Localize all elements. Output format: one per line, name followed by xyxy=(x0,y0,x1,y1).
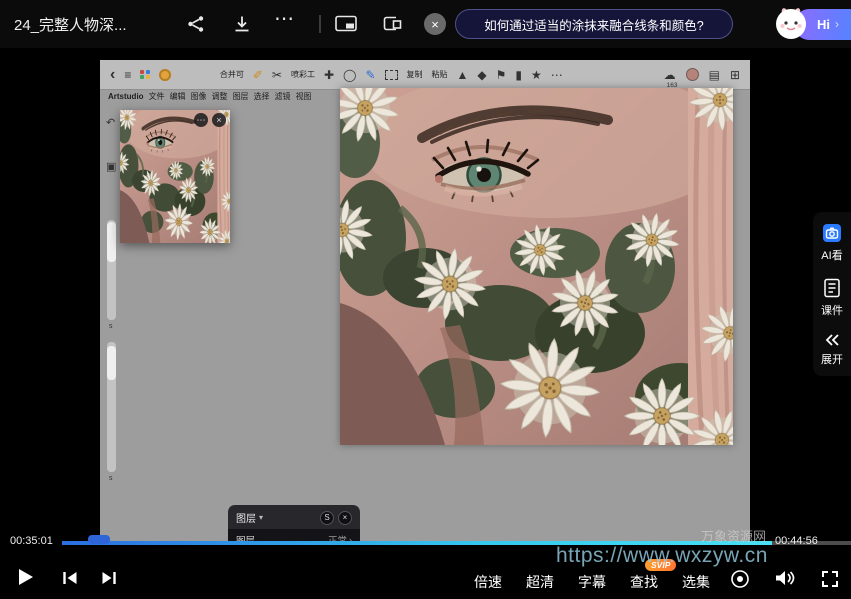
slider-handle[interactable] xyxy=(107,346,116,380)
navigator-thumbnail[interactable]: ⋯ × xyxy=(120,110,230,243)
triangle-icon[interactable]: ▲ xyxy=(457,69,469,81)
ai-camera-icon xyxy=(822,223,842,243)
thumbnail-image xyxy=(120,110,230,243)
courseware-button[interactable]: 课件 xyxy=(821,278,843,318)
menu-artstudio[interactable]: Artstudio xyxy=(108,92,144,101)
artstudio-window: ‹ ≡ 合并可 ✐ ✂ 喷彩工 ✚ ◯ ✎ 复制 粘贴 ▲ ◆ ⚑ ▮ ★ ⋯ xyxy=(100,60,750,542)
progress-bar[interactable] xyxy=(62,541,851,545)
find-button[interactable]: 查找 xyxy=(630,572,658,592)
merge-tool-label[interactable]: 合并可 xyxy=(220,69,244,80)
progress-marker[interactable] xyxy=(88,535,110,544)
record-icon[interactable] xyxy=(730,569,750,589)
share-icon[interactable] xyxy=(184,13,208,35)
picture-in-picture-icon[interactable] xyxy=(334,13,358,35)
previous-episode-button[interactable] xyxy=(62,571,78,585)
menu-icon[interactable]: ≡ xyxy=(124,69,131,81)
volume-icon[interactable] xyxy=(774,569,796,587)
star-icon[interactable]: ★ xyxy=(531,69,542,81)
menu-file[interactable]: 文件 xyxy=(149,91,165,102)
slider-label: s xyxy=(109,323,113,330)
pro-badge-icon[interactable] xyxy=(159,69,171,81)
double-chevron-left-icon xyxy=(824,333,840,347)
panel-toggle-icon[interactable]: ▣ xyxy=(106,160,116,173)
artstudio-menubar: Artstudio 文件 编辑 图像 调整 图层 选择 滤镜 视图 xyxy=(108,91,340,102)
playback-speed-button[interactable]: 倍速 xyxy=(474,572,502,592)
menu-view[interactable]: 视图 xyxy=(296,91,312,102)
assistant-entry[interactable]: Hi › xyxy=(774,6,845,42)
caret-down-icon[interactable]: ▾ xyxy=(259,513,263,522)
progress-played xyxy=(62,541,772,545)
slider-label: s xyxy=(109,475,113,482)
episodes-button[interactable]: 选集 xyxy=(682,572,710,592)
scissors-icon[interactable]: ✂ xyxy=(272,69,282,81)
more-options-icon[interactable]: ⋯ xyxy=(274,6,294,31)
duration: 00:44:56 xyxy=(775,535,818,547)
back-icon[interactable]: ‹ xyxy=(110,67,115,83)
menu-image[interactable]: 图像 xyxy=(191,91,207,102)
layers-close-icon[interactable]: × xyxy=(338,511,352,525)
move-icon[interactable]: ✚ xyxy=(324,69,334,81)
artstudio-toolbar: ‹ ≡ 合并可 ✐ ✂ 喷彩工 ✚ ◯ ✎ 复制 粘贴 ▲ ◆ ⚑ ▮ ★ ⋯ xyxy=(100,60,750,90)
menu-filter[interactable]: 滤镜 xyxy=(275,91,291,102)
brush-icon[interactable]: ✐ xyxy=(253,69,263,81)
layers-icon[interactable]: ▤ xyxy=(709,69,720,81)
fullscreen-icon[interactable] xyxy=(820,569,840,589)
chevron-right-icon: › xyxy=(835,17,839,31)
gallery-icon[interactable] xyxy=(140,70,150,80)
play-button[interactable] xyxy=(17,567,35,587)
download-icon[interactable] xyxy=(230,13,254,35)
spray-tool-label[interactable]: 喷彩工 xyxy=(291,69,315,80)
color-swatch[interactable] xyxy=(686,68,699,81)
lasso-icon[interactable]: ◯ xyxy=(343,69,356,81)
controls-background xyxy=(0,545,851,599)
mini-window-icon[interactable] xyxy=(380,13,404,35)
assistant-label: Hi xyxy=(817,17,830,32)
menu-select[interactable]: 选择 xyxy=(254,91,270,102)
document-icon xyxy=(823,278,841,298)
ai-view-button[interactable]: AI看 xyxy=(821,223,842,263)
thumbnail-more-icon[interactable]: ⋯ xyxy=(194,113,208,127)
thumbnail-close-icon[interactable]: × xyxy=(212,113,226,127)
video-title: 24_完整人物深... xyxy=(14,14,127,35)
divider xyxy=(319,15,321,33)
expand-canvas-icon[interactable]: ⊞ xyxy=(730,69,740,81)
layers-s-badge[interactable]: S xyxy=(320,511,334,525)
next-episode-button[interactable] xyxy=(101,571,117,585)
close-icon[interactable]: × xyxy=(424,13,446,35)
layers-popup-title: 图层 xyxy=(236,510,256,525)
paste-label[interactable]: 粘贴 xyxy=(432,69,448,80)
subtitle-button[interactable]: 字幕 xyxy=(578,572,606,592)
slider-handle[interactable] xyxy=(107,222,116,262)
menu-adjust[interactable]: 调整 xyxy=(212,91,228,102)
undo-icon[interactable]: ↶ xyxy=(106,116,115,129)
brush-size-slider[interactable] xyxy=(107,220,116,320)
droplet-icon[interactable]: ◆ xyxy=(477,69,486,81)
current-time: 00:35:01 xyxy=(10,535,53,547)
ai-question-text: 如何通过适当的涂抹来融合线条和颜色? xyxy=(484,15,703,34)
painting-canvas[interactable] xyxy=(340,88,733,445)
video-stage[interactable]: ‹ ≡ 合并可 ✐ ✂ 喷彩工 ✚ ◯ ✎ 复制 粘贴 ▲ ◆ ⚑ ▮ ★ ⋯ xyxy=(0,48,851,535)
quality-button[interactable]: 超清 xyxy=(526,572,554,592)
expand-panel-button[interactable]: 展开 xyxy=(821,333,843,367)
menu-layer[interactable]: 图层 xyxy=(233,91,249,102)
ai-question-pill[interactable]: 如何通过适当的涂抹来融合线条和颜色? xyxy=(455,9,733,39)
marquee-icon[interactable] xyxy=(385,70,398,80)
brush-opacity-slider[interactable] xyxy=(107,342,116,472)
menu-edit[interactable]: 编辑 xyxy=(170,91,186,102)
cloud-sync-icon[interactable]: ☁ 163 xyxy=(664,68,676,82)
bookmark-icon[interactable]: ▮ xyxy=(515,69,522,81)
player-bar: 00:35:01 00:44:56 倍速 超清 字幕 查找 选集 SVIP xyxy=(0,535,851,599)
pin-icon[interactable]: ⚑ xyxy=(496,69,507,81)
toolbar-more-icon[interactable]: ⋯ xyxy=(551,69,563,81)
copy-label[interactable]: 复制 xyxy=(407,69,423,80)
floating-side-panel: AI看 课件 展开 xyxy=(813,212,851,376)
svip-badge: SVIP xyxy=(645,559,676,571)
top-bar: 24_完整人物深... ⋯ × 如何通过适当的涂抹来融合线条和颜色? xyxy=(0,0,851,48)
pencil-icon[interactable]: ✎ xyxy=(365,69,375,81)
assistant-avatar xyxy=(774,7,808,41)
